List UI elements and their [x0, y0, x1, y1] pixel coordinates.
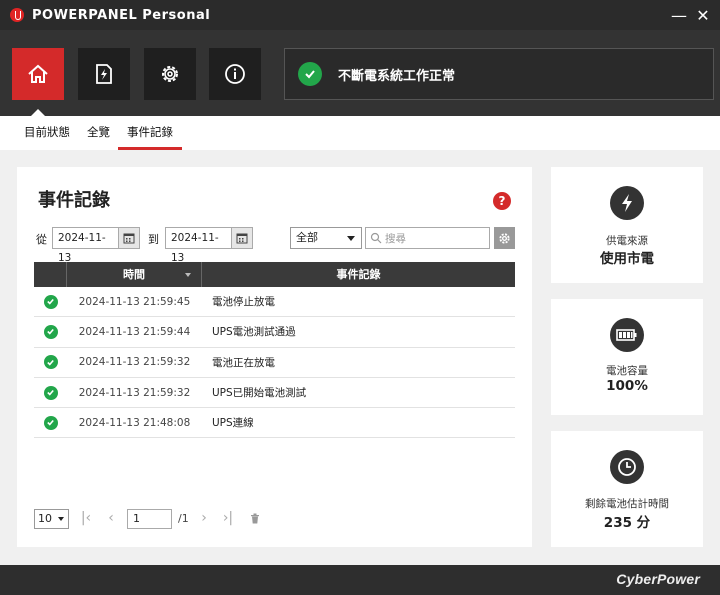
runtime-value: 235 分	[603, 515, 651, 531]
table-row[interactable]: 2024-11-13 21:48:08 UPS連線	[34, 408, 515, 439]
battery-capacity-value: 100%	[606, 378, 648, 394]
table-row[interactable]: 2024-11-13 21:59:44 UPS電池測試通過	[34, 317, 515, 348]
event-description: 電池停止放電	[212, 296, 275, 309]
battery-capacity-card: 電池容量 100%	[551, 299, 703, 415]
date-from-value: 2024-11-13	[58, 232, 106, 264]
status-column-header	[34, 262, 67, 287]
brand-logo: CyberPower	[616, 571, 700, 587]
info-icon	[225, 64, 245, 84]
status-panel: 不斷電系統工作正常	[284, 48, 714, 100]
nav-pointer	[31, 109, 45, 116]
trash-icon[interactable]	[247, 509, 263, 529]
table-row[interactable]: 2024-11-13 21:59:32 電池正在放電	[34, 348, 515, 378]
event-time: 2024-11-13 21:59:32	[78, 386, 191, 399]
power-icon	[96, 64, 112, 84]
check-circle-icon	[298, 62, 322, 86]
next-page-icon[interactable]: ›	[196, 509, 212, 529]
app-logo-icon	[10, 8, 24, 22]
subtab-bar: 目前狀態 全覽 事件記錄	[0, 116, 720, 150]
search-placeholder: 搜尋	[385, 232, 406, 245]
from-label: 從	[36, 233, 47, 246]
calendar-icon[interactable]	[118, 228, 139, 248]
app-title: POWERPANEL Personal	[32, 7, 211, 23]
gear-icon	[162, 66, 178, 82]
event-time: 2024-11-13 21:48:08	[78, 416, 191, 429]
event-column-header[interactable]: 事件記錄	[202, 262, 515, 287]
event-description: UPS連線	[212, 417, 254, 430]
close-button[interactable]: ✕	[690, 0, 716, 30]
page-total: /1	[178, 512, 189, 525]
event-description: UPS電池測試通過	[212, 326, 296, 339]
event-log-panel: 事件記錄 ? 從 2024-11-13 到 2024-11-13 全部 搜尋 時…	[17, 167, 532, 547]
tab-overview[interactable]: 全覽	[87, 116, 110, 150]
check-circle-icon	[43, 385, 58, 400]
event-table: 時間 事件記錄 2024-11-13 21:59:45 電池停止放電 2024-…	[34, 262, 515, 439]
power-source-label: 供電來源	[606, 235, 648, 247]
event-time: 2024-11-13 21:59:45	[78, 295, 191, 308]
check-circle-icon	[43, 324, 58, 339]
prev-page-icon[interactable]: ‹	[103, 509, 119, 529]
help-icon[interactable]: ?	[493, 192, 511, 210]
table-row[interactable]: 2024-11-13 21:59:45 電池停止放電	[34, 287, 515, 318]
check-circle-icon	[43, 355, 58, 370]
runtime-card: 剩餘電池估計時間 235 分	[551, 431, 703, 547]
nav-home-button[interactable]	[12, 48, 64, 100]
nav-settings-button[interactable]	[144, 48, 196, 100]
calendar-icon[interactable]	[231, 228, 252, 248]
header: 不斷電系統工作正常	[0, 30, 720, 116]
date-to-input[interactable]: 2024-11-13	[165, 227, 253, 264]
gear-icon	[499, 232, 510, 244]
to-label: 到	[148, 233, 159, 246]
table-header: 時間 事件記錄	[34, 262, 515, 287]
title-bar: POWERPANEL Personal — ✕	[0, 0, 720, 30]
page-title: 事件記錄	[38, 190, 110, 211]
date-to-value: 2024-11-13	[171, 232, 219, 264]
nav-power-button[interactable]	[78, 48, 130, 100]
event-time: 2024-11-13 21:59:32	[78, 356, 191, 369]
page-size-select[interactable]: 10	[34, 509, 69, 529]
check-circle-icon	[43, 294, 58, 309]
search-icon	[370, 232, 382, 244]
minimize-button[interactable]: —	[666, 0, 692, 30]
status-text: 不斷電系統工作正常	[338, 68, 456, 84]
check-circle-icon	[43, 415, 58, 430]
power-source-value: 使用市電	[600, 251, 654, 267]
tab-event-log[interactable]: 事件記錄	[118, 116, 182, 150]
event-filter-select[interactable]: 全部	[290, 227, 362, 249]
clock-icon	[610, 450, 644, 484]
time-column-header[interactable]: 時間	[67, 262, 202, 287]
footer: CyberPower	[0, 565, 720, 595]
column-settings-button[interactable]	[494, 227, 515, 249]
nav-info-button[interactable]	[209, 48, 261, 100]
event-time: 2024-11-13 21:59:44	[78, 325, 191, 338]
first-page-icon[interactable]: |‹	[78, 509, 94, 529]
runtime-label: 剩餘電池估計時間	[585, 498, 669, 510]
event-description: UPS已開始電池測試	[212, 387, 307, 400]
date-from-input[interactable]: 2024-11-13	[52, 227, 140, 264]
last-page-icon[interactable]: ›|	[220, 509, 236, 529]
table-row[interactable]: 2024-11-13 21:59:32 UPS已開始電池測試	[34, 378, 515, 409]
battery-capacity-label: 電池容量	[606, 365, 648, 377]
lightning-icon	[610, 186, 644, 220]
filter-row: 從 2024-11-13 到 2024-11-13 全部 搜尋	[17, 227, 532, 264]
power-source-card: 供電來源 使用市電	[551, 167, 703, 283]
page-number-input[interactable]: 1	[127, 509, 172, 529]
battery-icon	[610, 318, 644, 352]
tab-current-status[interactable]: 目前狀態	[24, 116, 70, 150]
event-description: 電池正在放電	[212, 356, 275, 369]
pagination: 10 |‹ ‹ 1 /1 › ›|	[34, 509, 515, 529]
search-input[interactable]: 搜尋	[365, 227, 490, 249]
home-icon	[28, 64, 48, 83]
